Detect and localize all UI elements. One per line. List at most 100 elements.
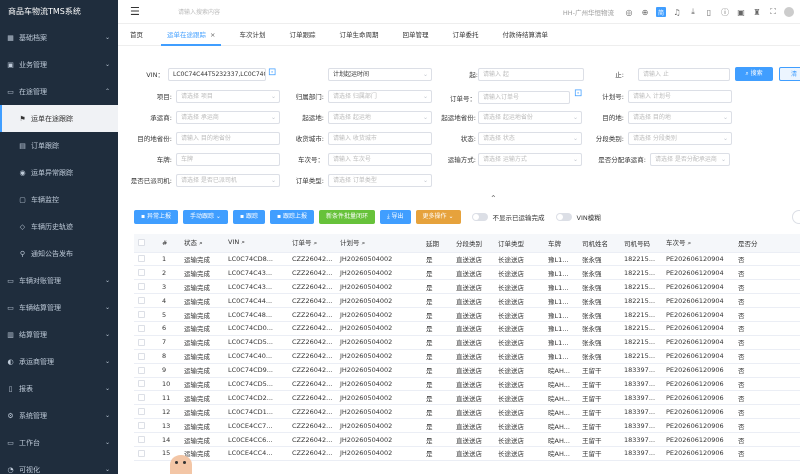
sidebar-item-business[interactable]: ▣ 业务管理 ⌄ bbox=[0, 51, 118, 78]
start-province-select[interactable]: 请选择 起运地省份 ⌄ bbox=[478, 111, 582, 124]
col-trip-no[interactable]: 车次号 ⌕ bbox=[662, 234, 734, 253]
start-place-select[interactable]: 请选择 起运地 ⌄ bbox=[328, 111, 432, 124]
select-all-checkbox[interactable] bbox=[134, 234, 158, 253]
download-icon[interactable]: ⤓ bbox=[688, 7, 698, 17]
table-row[interactable]: 6 运输完成 LC0C74CD0... CZZ26042... JH2026050400… bbox=[134, 321, 800, 336]
row-checkbox[interactable] bbox=[134, 363, 158, 378]
sidebar-item-system[interactable]: ⚙ 系统管理 ⌄ bbox=[0, 402, 118, 429]
bell-icon[interactable]: ♫ bbox=[672, 7, 682, 17]
lock-icon[interactable]: ▣ bbox=[736, 7, 746, 17]
tab-order-tracking[interactable]: 订单跟踪 bbox=[277, 25, 327, 45]
sidebar-item-settlement[interactable]: ▥ 结算管理 ⌄ bbox=[0, 321, 118, 348]
tab-receipt[interactable]: 回单管理 bbox=[390, 25, 440, 45]
row-checkbox[interactable] bbox=[134, 418, 158, 434]
avatar[interactable] bbox=[784, 7, 794, 17]
sidebar-item-carrier[interactable]: ◐ 承运商管理 ⌄ bbox=[0, 348, 118, 375]
row-checkbox[interactable] bbox=[134, 432, 158, 447]
dept-select[interactable]: 请选择 归属部门 ⌄ bbox=[328, 90, 432, 103]
tab-trip-plan[interactable]: 车次计划 bbox=[227, 25, 277, 45]
tracking-button[interactable]: ▪ 跟踪 bbox=[232, 210, 265, 224]
scan-icon[interactable]: ⊡ bbox=[268, 67, 276, 78]
compass-icon[interactable]: ◎ bbox=[624, 7, 634, 17]
time-type-select[interactable]: 计划起运时间 ⌄ bbox=[328, 68, 432, 81]
vin-fuzzy-toggle[interactable] bbox=[555, 213, 572, 221]
tracking-report-button[interactable]: ▪ 跟踪上报 bbox=[269, 210, 314, 224]
sidebar-subitem-exception[interactable]: ◉ 运单异常跟踪 bbox=[0, 159, 118, 186]
table-row[interactable]: 11 运输完成 LC0C74CD2... CZZ26042... JH202605040… bbox=[134, 390, 800, 406]
dest-select[interactable]: 请选择 目的地 ⌄ bbox=[628, 111, 732, 124]
trash-icon[interactable]: ▯ bbox=[704, 7, 714, 17]
row-checkbox[interactable] bbox=[134, 293, 158, 309]
col-plan-no[interactable]: 计划号 ⌕ bbox=[336, 234, 422, 253]
table-row[interactable]: 14 运输完成 LC0CE4CC6... CZZ26042... JH202605040… bbox=[134, 432, 800, 447]
row-checkbox[interactable] bbox=[134, 252, 158, 267]
row-checkbox[interactable] bbox=[134, 404, 158, 420]
carrier-select[interactable]: 请选择 承运商 ⌄ bbox=[176, 111, 280, 124]
reset-button[interactable]: 清 bbox=[779, 67, 800, 81]
manual-tracking-button[interactable]: 手动跟踪 ⌄ bbox=[183, 210, 228, 224]
plate-input[interactable]: 车牌 bbox=[176, 153, 280, 166]
sidebar-subitem-waybill-tracking[interactable]: ⚑ 运单在途跟踪 bbox=[0, 105, 118, 132]
row-checkbox[interactable] bbox=[134, 349, 158, 364]
table-row[interactable]: 9 运输完成 LC0C74CD9... CZZ26042... JH2026050400… bbox=[134, 363, 800, 378]
tab-home[interactable]: 首页 bbox=[118, 25, 155, 45]
more-actions-button[interactable]: 更多操作 ⌄ bbox=[415, 210, 461, 224]
col-status[interactable]: 状态 ⌕ bbox=[180, 234, 224, 253]
order-type-select[interactable]: 请选择 订单类型 ⌄ bbox=[328, 174, 432, 187]
assigned-carrier-select[interactable]: 请选择 是否分配承运商 ⌄ bbox=[650, 153, 730, 166]
trip-no-input[interactable]: 请输入 车次号 bbox=[328, 153, 432, 166]
batch-close-button[interactable]: 新条件批量闭环 bbox=[318, 210, 375, 224]
shirt-icon[interactable]: ♜ bbox=[752, 7, 762, 17]
row-checkbox[interactable] bbox=[134, 265, 158, 281]
sidebar-item-transit[interactable]: ▭ 在途管理 ⌃ bbox=[0, 78, 118, 105]
vin-input[interactable]: LC0C74C44T5232337,LC0C74C4 bbox=[168, 68, 266, 81]
transport-mode-select[interactable]: 请选择 运输方式 ⌄ bbox=[478, 153, 582, 166]
search-button[interactable]: ⌕ 搜索 bbox=[735, 67, 773, 81]
tab-order-delegate[interactable]: 订单委托 bbox=[440, 25, 490, 45]
sidebar-item-vehicle-settle[interactable]: ▭ 车辆结算管理 ⌄ bbox=[0, 294, 118, 321]
sidebar-item-vehicle-recon[interactable]: ▭ 车辆对账管理 ⌄ bbox=[0, 267, 118, 294]
row-checkbox[interactable] bbox=[134, 377, 158, 392]
receiver-city-input[interactable]: 请输入 收货城市 bbox=[328, 132, 432, 145]
table-row[interactable]: 8 运输完成 LC0C74C40... CZZ26042... JH2026050400… bbox=[134, 349, 800, 364]
sidebar-subitem-history-track[interactable]: ◇ 车辆历史轨迹 bbox=[0, 213, 118, 240]
col-order-no[interactable]: 订单号 ⌕ bbox=[288, 234, 336, 253]
from-input[interactable]: 请输入 起 bbox=[478, 68, 584, 81]
to-input[interactable]: 请输入 止 bbox=[638, 68, 730, 81]
sidebar-subitem-order-tracking[interactable]: ▤ 订单跟踪 bbox=[0, 132, 118, 159]
info-icon[interactable]: ⓘ bbox=[720, 7, 730, 17]
status-select[interactable]: 请选择 状态 ⌄ bbox=[478, 132, 582, 145]
scan-icon[interactable]: ⊡ bbox=[574, 88, 582, 99]
table-row[interactable]: 15 运输完成 LC0CE4CC4... CZZ26042... JH202605040… bbox=[134, 446, 800, 461]
globe-icon[interactable]: ⊕ bbox=[640, 7, 650, 17]
collapse-filter-icon[interactable]: ⌃ bbox=[490, 194, 497, 203]
order-no-input[interactable]: 请输入订单号 bbox=[478, 91, 570, 104]
row-checkbox[interactable] bbox=[134, 335, 158, 350]
tab-order-lifecycle[interactable]: 订单生命周期 bbox=[327, 25, 390, 45]
segment-type-select[interactable]: 请选择 分段类别 ⌄ bbox=[628, 132, 732, 145]
table-row[interactable]: 10 运输完成 LC0C74CD5... CZZ26042... JH202605040… bbox=[134, 377, 800, 392]
tab-waybill-tracking[interactable]: 运单在途跟踪 × bbox=[155, 25, 227, 46]
row-checkbox[interactable] bbox=[134, 307, 158, 322]
menu-toggle-icon[interactable]: ☰ bbox=[130, 5, 142, 18]
table-row[interactable]: 2 运输完成 LC0C74C43... CZZ26042... JH2026050400… bbox=[134, 265, 800, 281]
plan-no-input[interactable]: 请输入 计划号 bbox=[628, 90, 732, 103]
sidebar-subitem-vehicle-monitor[interactable]: ▢ 车辆监控 bbox=[0, 186, 118, 213]
table-row[interactable]: 1 运输完成 LC0C74CD8... CZZ26042... JH2026050400… bbox=[134, 252, 800, 267]
sidebar-item-basic[interactable]: ▦ 基础档案 ⌄ bbox=[0, 24, 118, 51]
sidebar-item-workbench[interactable]: ▭ 工作台 ⌄ bbox=[0, 429, 118, 456]
table-row[interactable]: 3 运输完成 LC0C74C43... CZZ26042... JH2026050400… bbox=[134, 279, 800, 295]
fullscreen-icon[interactable]: ⛶ bbox=[768, 7, 778, 17]
row-checkbox[interactable] bbox=[134, 279, 158, 295]
hide-completed-toggle[interactable] bbox=[471, 213, 488, 221]
dest-province-input[interactable]: 请输入 目的地省份 bbox=[176, 132, 280, 145]
table-row[interactable]: 5 运输完成 LC0C74C48... CZZ26042... JH2026050400… bbox=[134, 307, 800, 322]
settings-circle-icon[interactable] bbox=[792, 210, 800, 224]
row-checkbox[interactable] bbox=[134, 321, 158, 336]
language-badge[interactable]: 简 bbox=[656, 7, 666, 17]
col-vin[interactable]: VIN ⌕ bbox=[224, 234, 288, 253]
exception-report-button[interactable]: ▪ 异常上报 bbox=[134, 210, 178, 224]
row-checkbox[interactable] bbox=[134, 390, 158, 406]
project-select[interactable]: 请选择 项目 ⌄ bbox=[176, 90, 280, 103]
tab-payment-list[interactable]: 付款待结算清单 bbox=[490, 25, 560, 45]
